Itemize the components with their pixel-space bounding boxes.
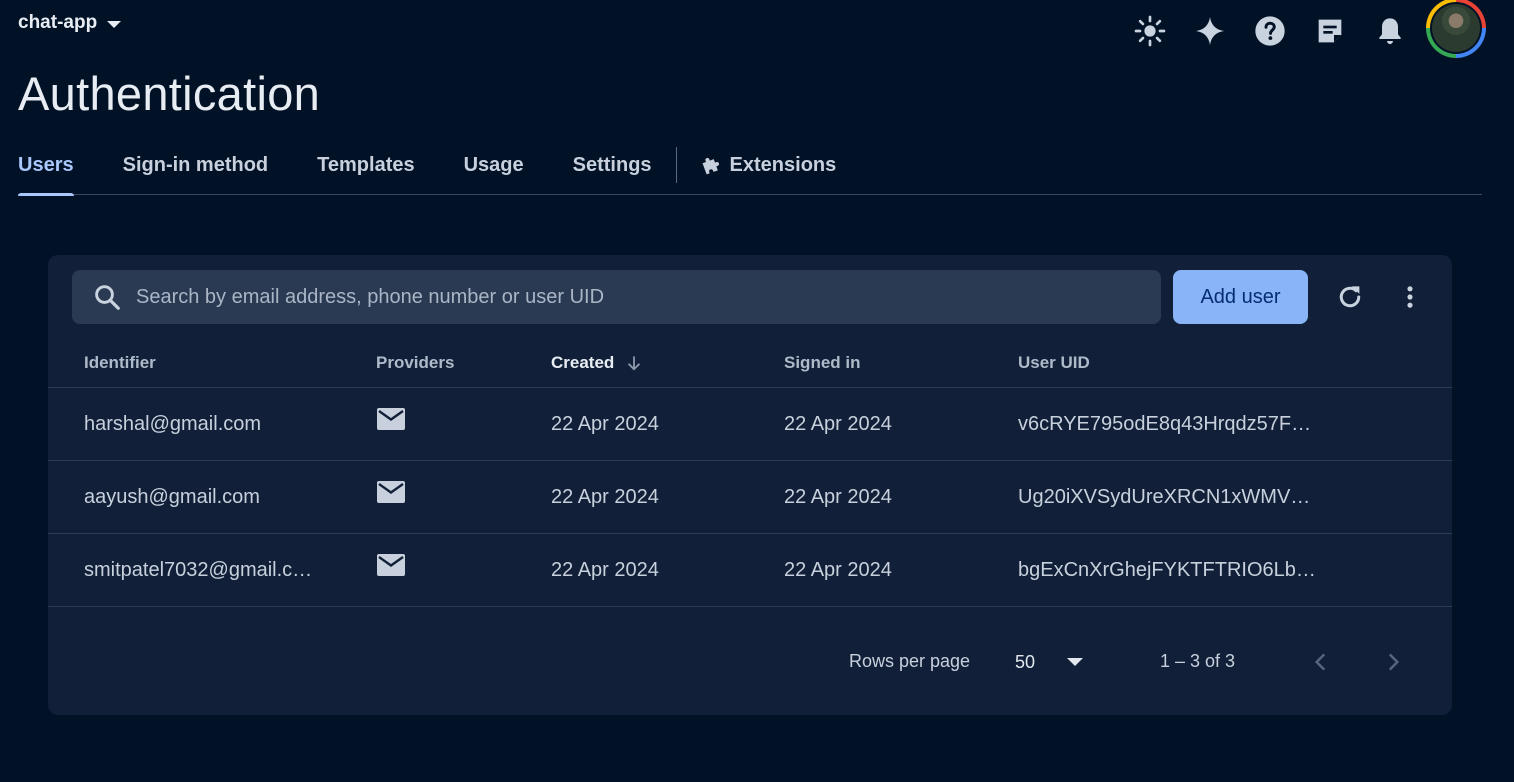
chevron-right-icon bbox=[1388, 653, 1400, 671]
release-notes-icon[interactable] bbox=[1310, 11, 1350, 51]
rows-per-page-label: Rows per page bbox=[849, 651, 971, 671]
users-table: Identifier Providers Created Signed in U… bbox=[48, 340, 1452, 607]
tab-sign-in-method[interactable]: Sign-in method bbox=[123, 140, 269, 195]
chevron-left-icon bbox=[1314, 653, 1326, 671]
tab-extensions[interactable]: Extensions bbox=[700, 140, 836, 195]
tab-templates[interactable]: Templates bbox=[317, 140, 414, 195]
rows-per-page-value: 50 bbox=[1015, 651, 1036, 672]
top-bar: chat-app bbox=[0, 0, 1514, 58]
previous-page-button[interactable] bbox=[1306, 647, 1336, 677]
tab-users[interactable]: Users bbox=[18, 140, 74, 196]
next-page-button[interactable] bbox=[1378, 647, 1408, 677]
cell-signed-in: 22 Apr 2024 bbox=[784, 486, 892, 508]
page-title: Authentication bbox=[18, 67, 321, 120]
more-options-icon[interactable] bbox=[1392, 279, 1428, 315]
tab-usage[interactable]: Usage bbox=[464, 140, 524, 195]
cell-created: 22 Apr 2024 bbox=[551, 559, 659, 581]
table-header: Identifier Providers Created Signed in U… bbox=[48, 340, 1452, 388]
table-row[interactable]: smitpatel7032@gmail.c… 22 Apr 2024 22 Ap… bbox=[48, 534, 1452, 607]
cell-user-uid: Ug20iXVSydUreXRCN1xWMV… bbox=[1018, 486, 1311, 508]
extension-puzzle-icon bbox=[702, 157, 719, 175]
users-card: Add user Identifier Providers Created Si… bbox=[48, 255, 1452, 715]
project-name: chat-app bbox=[18, 12, 98, 33]
cell-signed-in: 22 Apr 2024 bbox=[784, 559, 892, 581]
table-row[interactable]: aayush@gmail.com 22 Apr 2024 22 Apr 2024… bbox=[48, 461, 1452, 534]
chevron-down-icon bbox=[1067, 658, 1084, 666]
gemini-sparkle-icon[interactable] bbox=[1190, 11, 1230, 51]
rows-per-page-select[interactable]: 50 bbox=[1015, 645, 1125, 679]
column-providers[interactable]: Providers bbox=[376, 353, 454, 373]
tab-divider bbox=[675, 147, 677, 183]
chevron-down-icon bbox=[107, 20, 122, 28]
search-bar[interactable] bbox=[72, 270, 1161, 324]
cell-identifier: aayush@gmail.com bbox=[84, 486, 260, 508]
cell-user-uid: bgExCnXrGhejFYKTFTRIO6Lb… bbox=[1018, 559, 1316, 581]
avatar[interactable] bbox=[1426, 0, 1486, 58]
top-actions bbox=[1110, 0, 1486, 58]
search-input[interactable] bbox=[136, 285, 1036, 309]
tab-settings[interactable]: Settings bbox=[573, 140, 652, 195]
column-signed-in[interactable]: Signed in bbox=[784, 353, 861, 373]
project-selector[interactable]: chat-app bbox=[18, 12, 122, 34]
email-icon bbox=[376, 406, 406, 438]
theme-sun-icon[interactable] bbox=[1130, 11, 1170, 51]
email-icon bbox=[376, 552, 406, 584]
tab-bar: Users Sign-in method Templates Usage Set… bbox=[18, 140, 1482, 196]
avatar-photo bbox=[1432, 4, 1480, 52]
cell-signed-in: 22 Apr 2024 bbox=[784, 413, 892, 435]
cell-identifier: smitpatel7032@gmail.c… bbox=[84, 559, 313, 581]
sort-arrow-down-icon bbox=[628, 356, 641, 371]
notifications-bell-icon[interactable] bbox=[1370, 11, 1410, 51]
refresh-icon[interactable] bbox=[1330, 279, 1370, 315]
search-icon bbox=[95, 285, 120, 310]
cell-created: 22 Apr 2024 bbox=[551, 486, 659, 508]
column-created[interactable]: Created bbox=[551, 353, 644, 373]
cell-identifier: harshal@gmail.com bbox=[84, 413, 262, 435]
add-user-button[interactable]: Add user bbox=[1173, 270, 1308, 324]
email-icon bbox=[376, 479, 406, 511]
cell-created: 22 Apr 2024 bbox=[551, 413, 659, 435]
column-identifier[interactable]: Identifier bbox=[84, 353, 156, 373]
pagination: Rows per page 50 1 – 3 of 3 bbox=[48, 633, 1452, 689]
column-user-uid[interactable]: User UID bbox=[1018, 353, 1090, 373]
pagination-range: 1 – 3 of 3 bbox=[1160, 651, 1236, 671]
help-icon[interactable] bbox=[1250, 11, 1290, 51]
cell-user-uid: v6cRYE795odE8q43Hrqdz57F… bbox=[1018, 413, 1312, 435]
table-row[interactable]: harshal@gmail.com 22 Apr 2024 22 Apr 202… bbox=[48, 388, 1452, 461]
